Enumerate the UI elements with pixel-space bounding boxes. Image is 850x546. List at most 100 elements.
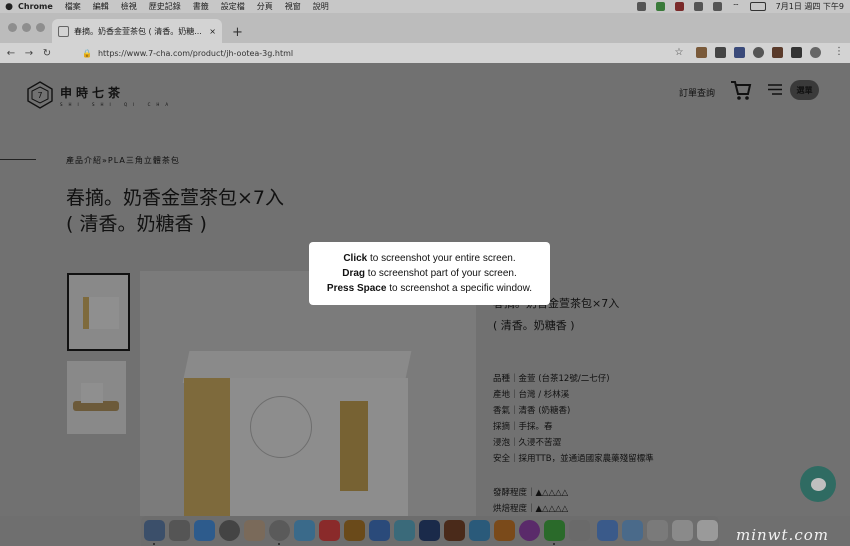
running-indicator [553,543,555,545]
sublime-icon[interactable] [344,520,365,541]
photoshop-icon[interactable] [419,520,440,541]
instruction-key: Drag [342,268,366,279]
zoom-window-button[interactable] [36,23,45,32]
back-icon[interactable]: ← [4,48,18,59]
folder-icon[interactable] [622,520,643,541]
app-icon[interactable] [469,520,490,541]
breadcrumb[interactable]: 產品介紹»PLA三角立體茶包 [66,155,180,166]
messenger-icon[interactable] [519,520,540,541]
vscode-icon[interactable] [369,520,390,541]
status-icon[interactable] [637,2,647,11]
folder-icon[interactable] [597,520,618,541]
chat-bubble-icon [810,477,826,491]
address-url: https://www.7-cha.com/product/jh-ootea-3… [97,48,294,58]
instruction-line: Press Space to screenshot a specific win… [309,281,550,296]
menu-view[interactable]: 檢視 [121,1,137,12]
thumb-box-image [83,297,119,329]
app-icon[interactable] [647,520,668,541]
launchpad-icon[interactable] [169,520,190,541]
more-menu-icon[interactable]: ⋮ [832,46,846,57]
status-icon[interactable] [675,2,685,11]
illustrator-icon[interactable] [444,520,465,541]
minimize-window-button[interactable] [22,23,31,32]
finder-icon[interactable] [144,520,165,541]
lock-icon[interactable]: 🔒 [82,49,92,58]
filezilla-icon[interactable] [319,520,340,541]
reload-icon[interactable]: ↻ [40,48,54,59]
system-preferences-icon[interactable] [219,520,240,541]
watermark: minwt.com [736,526,829,544]
extensions-puzzle-icon[interactable] [791,47,802,58]
menu-help[interactable]: 說明 [313,1,329,12]
extension-icon[interactable] [734,47,745,58]
logo-hexagon-icon: 7 [27,81,53,109]
thumb-box-image [81,383,103,403]
box-seal-emblem [250,396,312,458]
menubar-status-area: ⌔ 7月1日 週四 下午9 [637,1,850,12]
spec-item: 浸泡｜久浸不苦澀 [493,438,562,448]
instruction-text: to screenshot your entire screen. [367,253,516,264]
divider [0,159,36,160]
app-icon[interactable] [672,520,693,541]
menu-history[interactable]: 歷史記錄 [149,1,181,12]
trash-icon[interactable] [697,520,718,541]
order-lookup-link[interactable]: 訂單查詢 [679,86,715,99]
extension-icon[interactable] [715,47,726,58]
product-thumbnail[interactable] [67,361,126,434]
new-tab-button[interactable]: + [232,25,243,40]
level-item: 發酵程度｜▲△△△△ [493,488,569,498]
menu-window[interactable]: 視窗 [285,1,301,12]
product-title: 春摘。奶香金萱茶包×7入 ( 清香。奶糖香 ) [66,185,284,237]
chrome-icon[interactable] [269,520,290,541]
product-title-line1: 春摘。奶香金萱茶包×7入 [66,187,285,209]
chat-button[interactable] [800,466,836,502]
wifi-icon[interactable]: ⌔ [732,2,740,11]
level-item: 烘焙程度｜▲△△△△ [493,504,569,514]
app-store-icon[interactable] [194,520,215,541]
menu-edit[interactable]: 編輯 [93,1,109,12]
product-main-image[interactable] [140,271,476,516]
photos-icon[interactable] [244,520,265,541]
mac-menubar: ● Chrome 檔案 編輯 檢視 歷史記錄 書籤 設定檔 分頁 視窗 說明 ⌔… [0,0,850,13]
menu-tabs[interactable]: 分頁 [257,1,273,12]
extension-icon[interactable] [696,47,707,58]
profile-avatar[interactable] [810,47,821,58]
battery-icon[interactable] [749,2,766,11]
forward-icon[interactable]: → [22,48,36,59]
extension-icon[interactable] [772,47,783,58]
menu-chrome[interactable]: Chrome [18,2,53,11]
browser-tab[interactable]: 春摘。奶香金萱茶包 ( 清香。奶糖... × [52,19,222,43]
mac-dock [141,516,719,546]
menu-file[interactable]: 檔案 [65,1,81,12]
menu-button[interactable]: 選單 [790,80,819,100]
svg-text:7: 7 [37,91,42,100]
apple-icon[interactable]: ● [0,2,18,12]
line-icon[interactable] [544,520,565,541]
close-window-button[interactable] [8,23,17,32]
product-specs: 品種｜金萱 (台茶12號/二七仔) 產地｜台灣 / 杉林溪 香氣｜清香 (奶糖香… [493,371,654,467]
hamburger-icon[interactable] [768,84,782,95]
app-icon[interactable] [394,520,415,541]
close-tab-icon[interactable]: × [209,27,216,36]
address-bar[interactable]: 🔒 https://www.7-cha.com/product/jh-ootea… [82,45,682,61]
logo-text: 申時七茶 [60,85,125,100]
cart-icon[interactable] [730,79,752,101]
menu-profiles[interactable]: 設定檔 [221,1,245,12]
product-thumbnail-selected[interactable] [67,273,130,351]
site-logo[interactable]: 7 申時七茶 SHI SHI QI CHA [26,81,174,109]
app-icon[interactable] [494,520,515,541]
browser-icon[interactable] [294,520,315,541]
bookmark-star-icon[interactable]: ☆ [672,47,686,58]
status-icon[interactable] [713,2,723,11]
extension-icon[interactable] [753,47,764,58]
line-status-icon[interactable] [656,2,666,11]
browser-tab-bar: 春摘。奶香金萱茶包 ( 清香。奶糖... × + [0,13,850,43]
product-levels: 發酵程度｜▲△△△△ 烘焙程度｜▲△△△△ [493,485,568,516]
status-icon[interactable] [694,2,704,11]
app-icon[interactable] [569,520,590,541]
menu-bookmarks[interactable]: 書籤 [193,1,209,12]
screenshot-instructions: Click to screenshot your entire screen. … [309,242,550,305]
menubar-clock[interactable]: 7月1日 週四 下午9 [776,1,844,12]
instruction-text: to screenshot a specific window. [386,283,533,294]
product-title-line2: ( 清香。奶糖香 ) [66,213,207,235]
